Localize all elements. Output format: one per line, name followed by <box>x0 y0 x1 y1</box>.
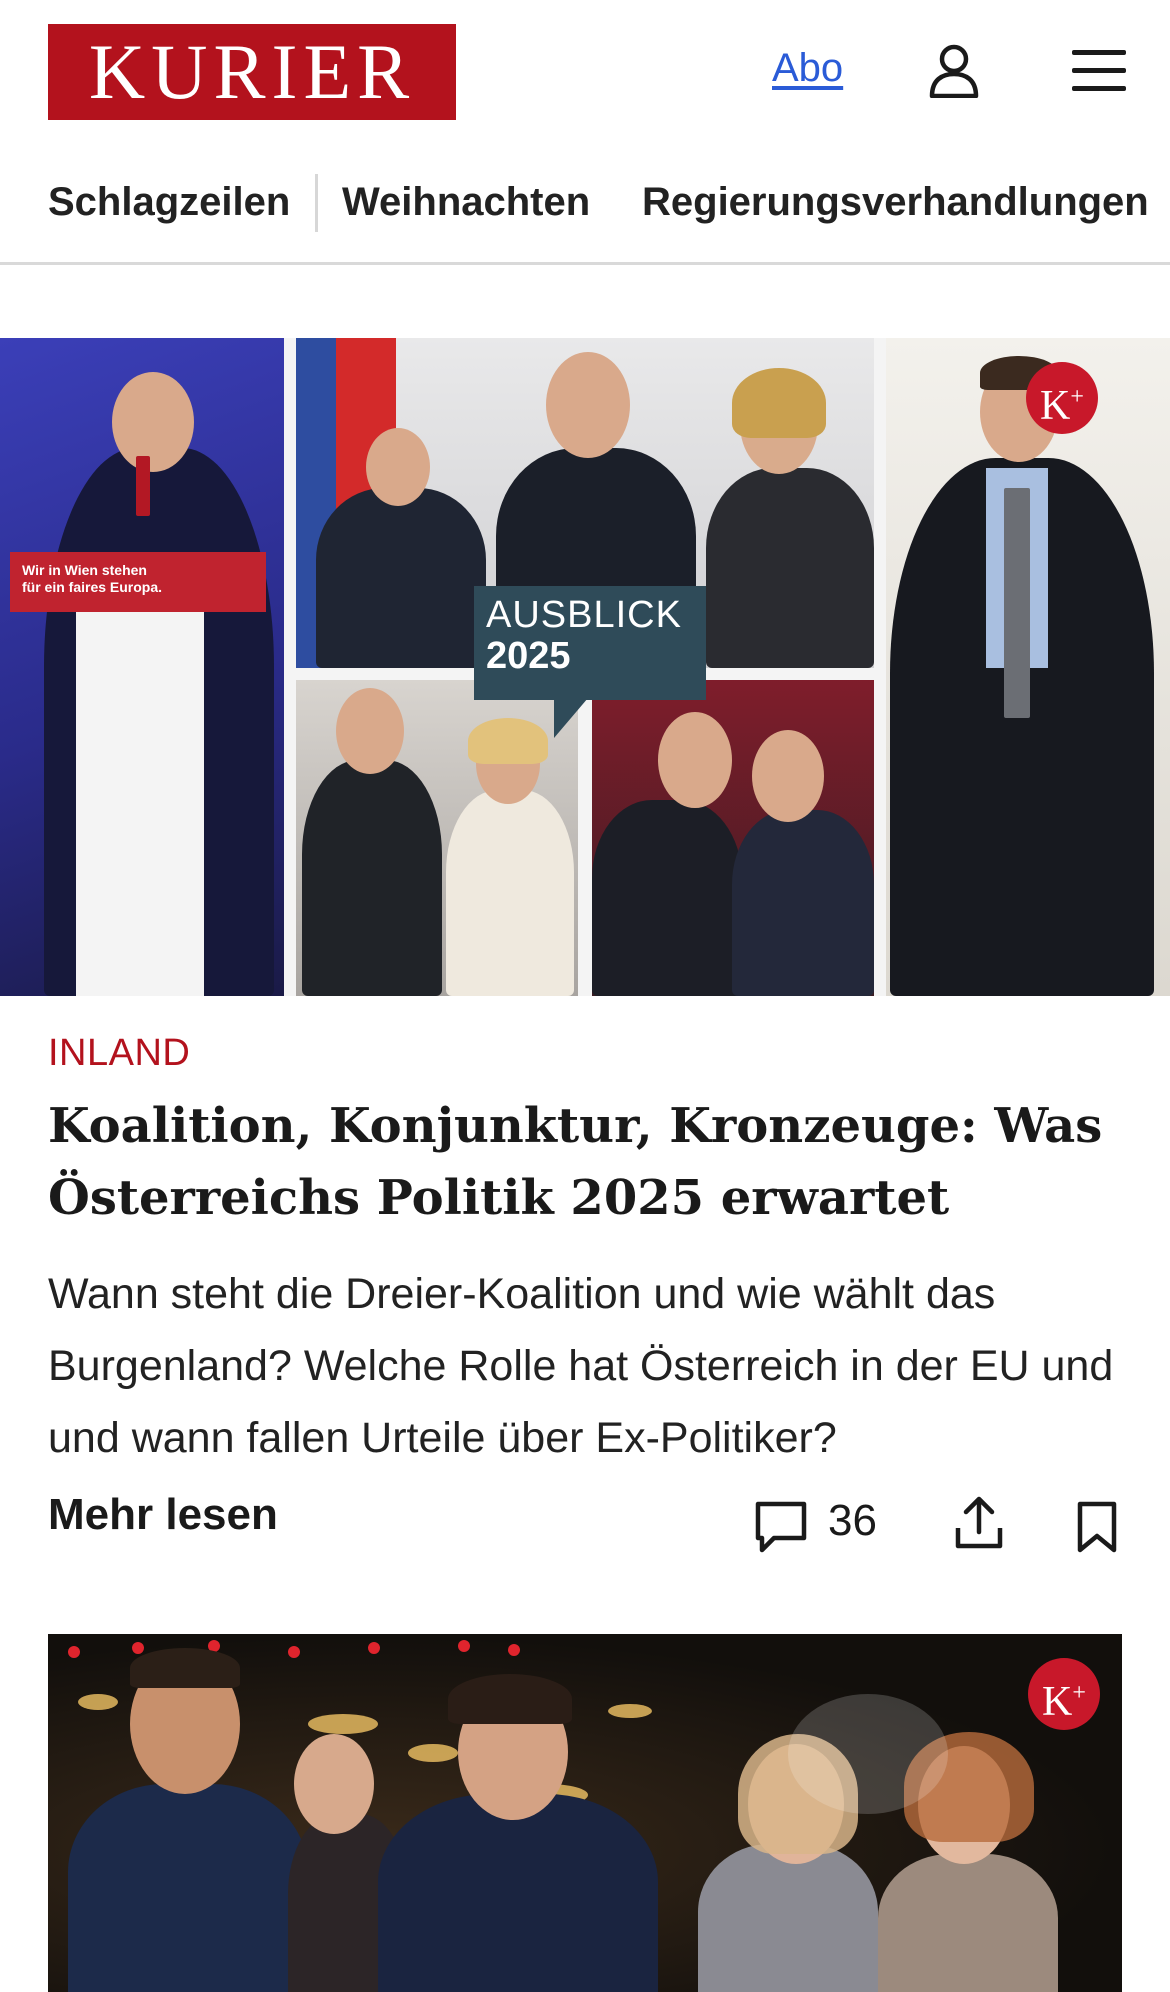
nav-divider <box>315 174 318 232</box>
nav-item-schlagzeilen[interactable]: Schlagzeilen <box>48 180 290 225</box>
article-category[interactable]: INLAND <box>48 1032 190 1075</box>
nav-item-regierungsverhandlungen[interactable]: Regierungsverhandlungen <box>642 180 1149 225</box>
kurier-logo[interactable]: KURIER <box>48 24 456 120</box>
podium-text-line1: Wir in Wien stehen <box>22 562 147 578</box>
abo-link[interactable]: Abo <box>772 46 843 91</box>
comment-icon[interactable] <box>754 1500 808 1554</box>
kurier-plus-badge: K+ <box>1026 362 1098 434</box>
podium: Wir in Wien stehen für ein faires Europa… <box>10 552 266 996</box>
article-hero-image[interactable]: Wir in Wien stehen für ein faires Europa… <box>0 338 1170 996</box>
bookmark-icon[interactable] <box>1076 1500 1118 1554</box>
article2-hero-image[interactable]: K+ <box>48 1634 1122 1992</box>
ausblick-2025-overlay: AUSBLICK 2025 <box>474 586 706 738</box>
nav-item-weihnachten[interactable]: Weihnachten <box>342 180 590 225</box>
section-nav: Schlagzeilen Weihnachten Regierungsverha… <box>0 168 1170 265</box>
article-teaser[interactable]: Wann steht die Dreier-Koalition und wie … <box>48 1258 1128 1474</box>
image-panel-ministers <box>592 680 874 996</box>
image-panel-walking: K+ <box>886 338 1170 996</box>
podium-text-line2: für ein faires Europa. <box>22 579 163 595</box>
user-icon[interactable] <box>929 44 979 98</box>
image-panel-speaker: Wir in Wien stehen für ein faires Europa… <box>0 338 284 996</box>
comment-count[interactable]: 36 <box>828 1496 877 1546</box>
article-headline[interactable]: Koalition, Konjunktur, Kronzeuge: Was Ös… <box>48 1090 1128 1234</box>
share-icon[interactable] <box>954 1494 1004 1552</box>
image-panel-couple <box>296 680 578 996</box>
overlay-line2: 2025 <box>486 635 571 677</box>
hamburger-menu-icon[interactable] <box>1072 48 1126 94</box>
kurier-plus-badge-2: K+ <box>1028 1658 1100 1730</box>
site-header: KURIER Abo <box>0 0 1170 150</box>
overlay-line1: AUSBLICK <box>486 594 682 636</box>
read-more-link[interactable]: Mehr lesen <box>48 1490 278 1540</box>
